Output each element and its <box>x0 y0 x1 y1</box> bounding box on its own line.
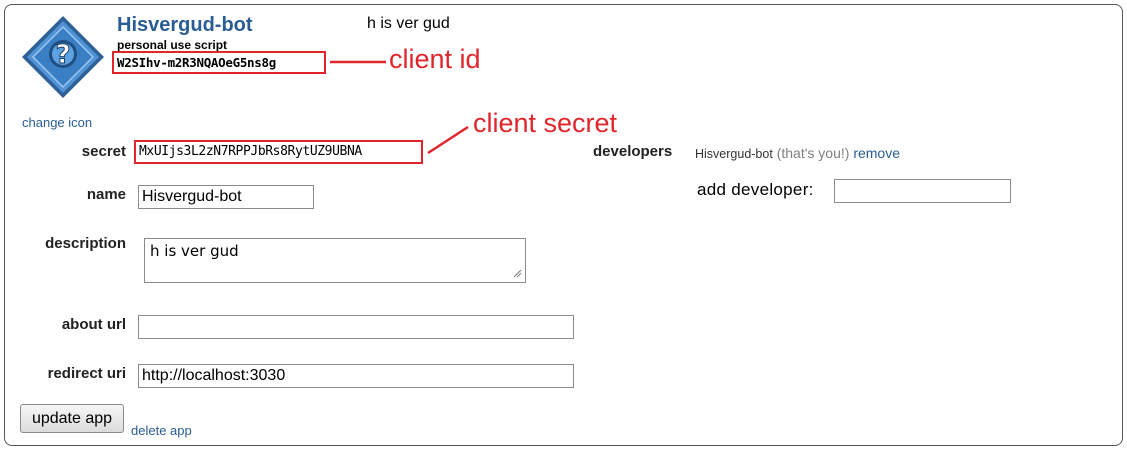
name-label: name <box>86 186 126 203</box>
redirect-uri-input[interactable] <box>138 364 574 388</box>
add-developer-input[interactable] <box>834 179 1011 203</box>
name-input[interactable] <box>138 185 314 209</box>
description-label: description <box>45 235 126 252</box>
developers-label: developers <box>593 143 673 160</box>
about-url-input[interactable] <box>138 315 574 339</box>
developers-list: Hisvergud-bot (that's you!) remove <box>695 145 900 161</box>
about-url-label: about url <box>61 316 126 333</box>
update-app-button[interactable]: update app <box>20 404 124 433</box>
developer-user: Hisvergud-bot <box>695 147 773 161</box>
client-secret-value: MxUIjs3L2zN7RPPJbRs8RytUZ9UBNA <box>134 140 423 164</box>
client-secret-annotation: client secret <box>473 108 618 138</box>
client-id-annotation: client id <box>389 44 481 74</box>
resize-grip-icon[interactable] <box>512 268 522 278</box>
client-secret-arrow <box>427 125 469 155</box>
delete-app-link[interactable]: delete app <box>131 423 192 438</box>
add-developer-label: add developer: <box>697 180 814 199</box>
developer-you-note: (that's you!) <box>776 145 850 161</box>
description-textarea[interactable]: h is ver gud <box>144 238 526 283</box>
secret-label: secret <box>81 143 126 160</box>
redirect-uri-label: redirect uri <box>47 365 126 382</box>
remove-developer-link[interactable]: remove <box>853 145 900 161</box>
